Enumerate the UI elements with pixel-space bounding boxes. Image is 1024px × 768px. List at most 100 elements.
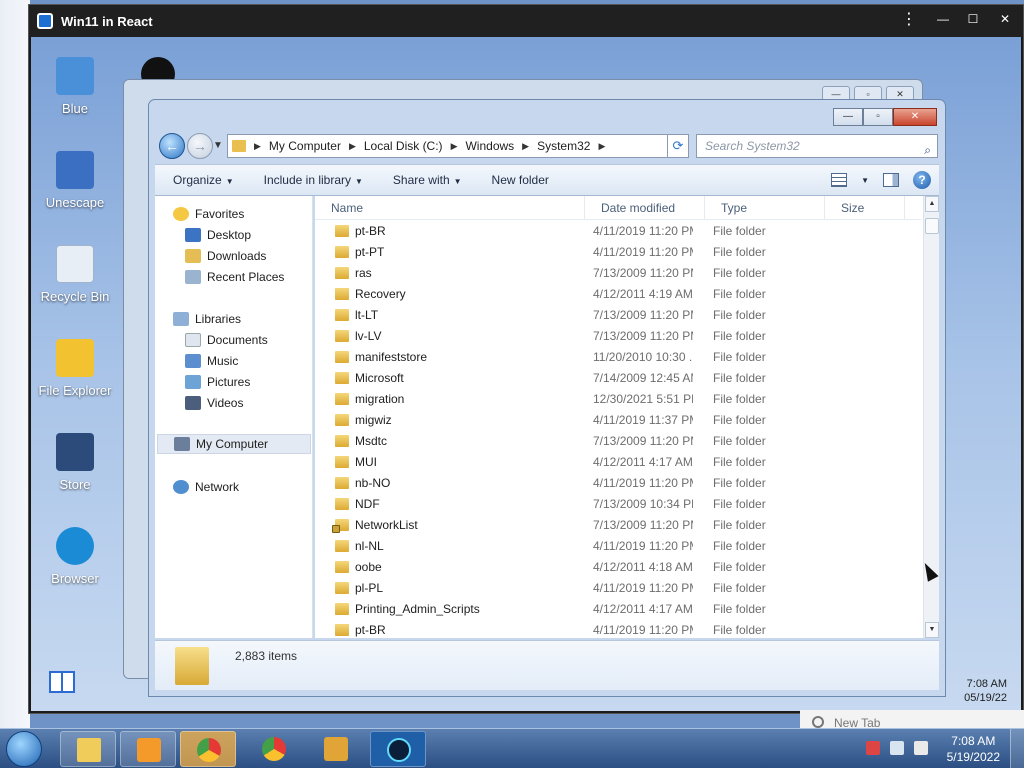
- file-row[interactable]: nb-NO 4/11/2019 11:20 PM File folder: [315, 472, 921, 493]
- file-row[interactable]: Recovery 4/12/2011 4:19 AM File folder: [315, 283, 921, 304]
- change-view-icon[interactable]: [831, 173, 848, 187]
- desktop-icon-file-explorer[interactable]: File Explorer: [35, 339, 115, 398]
- new-tab-strip[interactable]: New Tab: [800, 710, 1024, 728]
- explorer-close-button[interactable]: ✕: [893, 108, 937, 126]
- minimize-button[interactable]: —: [929, 9, 957, 29]
- volume-icon[interactable]: [914, 741, 928, 755]
- maximize-button[interactable]: ☐: [959, 9, 987, 29]
- file-type-cell: File folder: [713, 307, 766, 322]
- view-dropdown-icon[interactable]: ▼: [861, 176, 869, 185]
- file-name-cell: NDF: [315, 497, 573, 511]
- help-icon[interactable]: ?: [913, 171, 931, 189]
- search-icon[interactable]: ⌕: [924, 139, 931, 161]
- scroll-thumb[interactable]: [925, 218, 939, 234]
- file-row[interactable]: migwiz 4/11/2019 11:37 PM File folder: [315, 409, 921, 430]
- file-date-cell: 7/13/2009 11:20 PM: [593, 328, 693, 343]
- desktop-icon-blue[interactable]: Blue: [35, 57, 115, 116]
- file-date-cell: 12/30/2021 5:51 PM: [593, 391, 693, 406]
- organize-button[interactable]: Organize ▼: [173, 173, 234, 187]
- file-name-cell: manifeststore: [315, 350, 573, 364]
- nav-libraries[interactable]: Libraries: [173, 309, 330, 329]
- file-name-cell: nb-NO: [315, 476, 573, 490]
- explorer-minimize-button[interactable]: —: [833, 108, 863, 126]
- file-row[interactable]: ras 7/13/2009 11:20 PM File folder: [315, 262, 921, 283]
- show-desktop-button[interactable]: [1010, 729, 1024, 768]
- preview-pane-icon[interactable]: [883, 173, 899, 187]
- column-size[interactable]: Size: [825, 196, 905, 219]
- action-center-icon[interactable]: [866, 741, 880, 755]
- file-row[interactable]: NDF 7/13/2009 10:34 PM File folder: [315, 493, 921, 514]
- taskbar-app[interactable]: [308, 731, 364, 767]
- file-row[interactable]: nl-NL 4/11/2019 11:20 PM File folder: [315, 535, 921, 556]
- column-date-modified[interactable]: Date modified: [585, 196, 705, 219]
- file-row[interactable]: lt-LT 7/13/2009 11:20 PM File folder: [315, 304, 921, 325]
- file-row[interactable]: pt-BR 4/11/2019 11:20 PM File folder: [315, 619, 921, 640]
- column-name[interactable]: Name: [315, 196, 585, 219]
- file-row[interactable]: Msdtc 7/13/2009 11:20 PM File folder: [315, 430, 921, 451]
- file-name-cell: pt-BR: [315, 623, 573, 637]
- file-name-cell: migration: [315, 392, 573, 406]
- file-row[interactable]: Printing_Admin_Scripts 4/12/2011 4:17 AM F…: [315, 598, 921, 619]
- taskbar-chrome[interactable]: [246, 731, 302, 767]
- scroll-down-icon[interactable]: ▼: [925, 622, 939, 638]
- search-input[interactable]: Search System32 ⌕: [696, 134, 938, 158]
- desktop-icon-browser[interactable]: Browser: [35, 527, 115, 586]
- scroll-up-icon[interactable]: ▲: [925, 196, 939, 212]
- file-row[interactable]: manifeststore 11/20/2010 10:30 ... File fo…: [315, 346, 921, 367]
- taskbar-explorer[interactable]: [60, 731, 116, 767]
- network-tray-icon[interactable]: [890, 741, 904, 755]
- file-row[interactable]: pt-PT 4/11/2019 11:20 PM File folder: [315, 241, 921, 262]
- file-row[interactable]: oobe 4/12/2011 4:18 AM File folder: [315, 556, 921, 577]
- edge-icon: [56, 527, 94, 565]
- back-button[interactable]: ←: [159, 133, 185, 159]
- system-clock-time: 7:08 AM: [951, 734, 996, 748]
- taskbar-react-app[interactable]: [370, 731, 426, 767]
- chrome-tab-icon: [812, 716, 824, 728]
- refresh-button[interactable]: ⟳: [667, 134, 689, 158]
- breadcrumb-system32[interactable]: System32: [537, 139, 590, 153]
- forward-button[interactable]: →: [187, 133, 213, 159]
- file-row[interactable]: migration 12/30/2021 5:51 PM File folder: [315, 388, 921, 409]
- folder-icon: [335, 413, 349, 426]
- win11-start-icon[interactable]: [49, 671, 75, 693]
- desktop-icon-store[interactable]: Store: [35, 433, 115, 492]
- history-dropdown-icon[interactable]: ▼: [213, 140, 223, 151]
- desktop-icon-recycle-bin[interactable]: Recycle Bin: [35, 245, 115, 304]
- downloads-icon: [185, 249, 201, 263]
- column-type[interactable]: Type: [705, 196, 825, 219]
- folder-icon: [335, 455, 349, 468]
- file-row[interactable]: lv-LV 7/13/2009 11:20 PM File folder: [315, 325, 921, 346]
- start-button[interactable]: [6, 731, 42, 767]
- file-row[interactable]: Microsoft 7/14/2009 12:45 AM File folder: [315, 367, 921, 388]
- close-button[interactable]: ✕: [991, 9, 1019, 29]
- unescape-icon: [56, 151, 94, 189]
- more-options-icon[interactable]: ⋮: [901, 11, 917, 29]
- taskbar-chrome-active[interactable]: [180, 731, 236, 767]
- nav-my-computer[interactable]: My Computer: [157, 434, 311, 454]
- file-row[interactable]: pt-BR 4/11/2019 11:20 PM File folder: [315, 220, 921, 241]
- file-date-cell: 4/11/2019 11:20 PM: [593, 244, 693, 259]
- file-row[interactable]: NetworkList 7/13/2009 11:20 PM File folder: [315, 514, 921, 535]
- address-bar[interactable]: ▶ My Computer ▶ Local Disk (C:) ▶ Windows ▶…: [227, 134, 689, 158]
- taskbar-media-player[interactable]: [120, 731, 176, 767]
- system-clock[interactable]: 7:08 AM 5/19/2022: [947, 733, 1000, 765]
- new-folder-button[interactable]: New folder: [492, 173, 549, 187]
- file-date-cell: 4/12/2011 4:17 AM: [593, 454, 693, 469]
- file-date-cell: 4/11/2019 11:20 PM: [593, 622, 693, 637]
- file-row[interactable]: MUI 4/12/2011 4:17 AM File folder: [315, 451, 921, 472]
- file-date-cell: 7/13/2009 11:20 PM: [593, 265, 693, 280]
- breadcrumb-local-disk[interactable]: Local Disk (C:): [364, 139, 443, 153]
- include-in-library-button[interactable]: Include in library ▼: [264, 173, 363, 187]
- nav-favorites[interactable]: Favorites: [173, 204, 330, 224]
- nav-network[interactable]: Network: [173, 477, 330, 497]
- breadcrumb-windows[interactable]: Windows: [465, 139, 514, 153]
- file-row[interactable]: pl-PL 4/11/2019 11:20 PM File folder: [315, 577, 921, 598]
- desktop-icon-unescape[interactable]: Unescape: [35, 151, 115, 210]
- desktop-icon-label: Browser: [51, 571, 99, 586]
- media-player-icon: [137, 738, 161, 762]
- explorer-maximize-button[interactable]: ▫: [863, 108, 893, 126]
- share-with-button[interactable]: Share with ▼: [393, 173, 462, 187]
- file-name-cell: oobe: [315, 560, 573, 574]
- details-pane: 2,883 items: [155, 640, 939, 690]
- breadcrumb-my-computer[interactable]: My Computer: [269, 139, 341, 153]
